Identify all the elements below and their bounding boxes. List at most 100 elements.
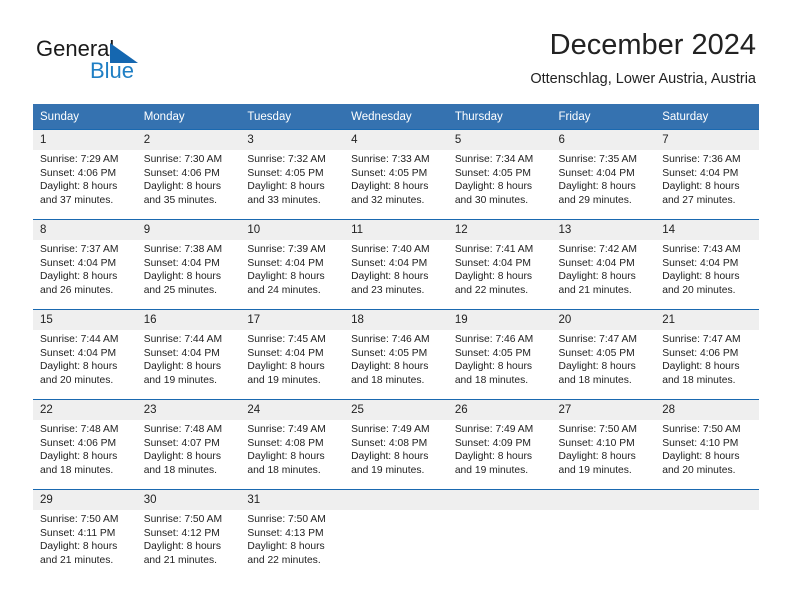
daylight-text-line1: Daylight: 8 hours bbox=[143, 541, 221, 553]
calendar-day-cell[interactable]: 17 Sunrise: 7:45 AM Sunset: 4:04 PM Dayligh… bbox=[240, 309, 345, 399]
sunrise-text: Sunrise: 7:43 AM bbox=[662, 244, 741, 255]
day-number: 12 bbox=[447, 220, 552, 240]
weekday-header-thursday: Thursday bbox=[447, 104, 552, 129]
daylight-text-line2: and 19 minutes. bbox=[351, 464, 425, 476]
general-blue-logo[interactable]: General Blue bbox=[36, 36, 216, 88]
daylight-text-line1: Daylight: 8 hours bbox=[40, 451, 118, 463]
calendar-day-cell[interactable]: 30 Sunrise: 7:50 AM Sunset: 4:12 PM Dayligh… bbox=[136, 489, 241, 579]
sunrise-text: Sunrise: 7:40 AM bbox=[351, 244, 430, 255]
sunrise-text: Sunrise: 7:38 AM bbox=[143, 244, 223, 255]
calendar-day-cell[interactable]: 31 Sunrise: 7:50 AM Sunset: 4:13 PM Dayligh… bbox=[240, 489, 345, 579]
daylight-text-line2: and 21 minutes. bbox=[143, 554, 217, 566]
calendar-day-cell[interactable] bbox=[655, 489, 759, 579]
calendar-day-cell[interactable]: 20 Sunrise: 7:47 AM Sunset: 4:05 PM Dayligh… bbox=[551, 309, 656, 399]
sunrise-text: Sunrise: 7:50 AM bbox=[247, 514, 326, 525]
calendar-day-cell[interactable]: 2 Sunrise: 7:30 AM Sunset: 4:06 PM Daylight… bbox=[136, 129, 241, 219]
calendar-day-cell[interactable] bbox=[344, 489, 448, 579]
calendar-day-cell[interactable]: 24 Sunrise: 7:49 AM Sunset: 4:08 PM Dayligh… bbox=[240, 399, 345, 489]
calendar-day-cell[interactable]: 14 Sunrise: 7:43 AM Sunset: 4:04 PM Dayligh… bbox=[655, 219, 759, 309]
day-cell-content: 7 Sunrise: 7:36 AM Sunset: 4:04 PM Daylight… bbox=[655, 129, 759, 219]
calendar-day-cell[interactable]: 27 Sunrise: 7:50 AM Sunset: 4:10 PM Dayligh… bbox=[551, 399, 656, 489]
day-details: Sunrise: 7:39 AM Sunset: 4:04 PM Daylight:… bbox=[240, 240, 344, 297]
calendar-day-cell[interactable]: 1 Sunrise: 7:29 AM Sunset: 4:06 PM Daylight… bbox=[33, 129, 137, 219]
day-details: Sunrise: 7:44 AM Sunset: 4:04 PM Daylight:… bbox=[33, 330, 137, 387]
daylight-text-line1: Daylight: 8 hours bbox=[454, 271, 533, 283]
day-details: Sunrise: 7:50 AM Sunset: 4:12 PM Daylight:… bbox=[137, 510, 241, 567]
calendar-day-cell[interactable]: 15 Sunrise: 7:44 AM Sunset: 4:04 PM Dayligh… bbox=[33, 309, 137, 399]
daylight-text-line2: and 33 minutes. bbox=[247, 194, 321, 206]
calendar-day-cell[interactable]: 25 Sunrise: 7:49 AM Sunset: 4:08 PM Dayligh… bbox=[344, 399, 448, 489]
daylight-text-line1: Daylight: 8 hours bbox=[662, 361, 740, 373]
day-number bbox=[344, 490, 448, 510]
sunset-text: Sunset: 4:07 PM bbox=[143, 437, 220, 449]
daylight-text-line1: Daylight: 8 hours bbox=[143, 181, 221, 193]
weekday-header-sunday: Sunday bbox=[33, 104, 137, 129]
sunset-text: Sunset: 4:04 PM bbox=[247, 257, 324, 269]
day-details: Sunrise: 7:43 AM Sunset: 4:04 PM Daylight:… bbox=[655, 240, 759, 297]
calendar-day-cell[interactable]: 18 Sunrise: 7:46 AM Sunset: 4:05 PM Dayligh… bbox=[344, 309, 448, 399]
calendar-day-cell[interactable]: 11 Sunrise: 7:40 AM Sunset: 4:04 PM Dayligh… bbox=[344, 219, 448, 309]
calendar-day-cell[interactable] bbox=[551, 489, 656, 579]
calendar-day-cell[interactable]: 28 Sunrise: 7:50 AM Sunset: 4:10 PM Dayligh… bbox=[655, 399, 759, 489]
day-number: 1 bbox=[33, 130, 137, 150]
day-number: 18 bbox=[344, 310, 448, 330]
calendar-day-cell[interactable]: 7 Sunrise: 7:36 AM Sunset: 4:04 PM Daylight… bbox=[655, 129, 759, 219]
calendar-day-cell[interactable]: 16 Sunrise: 7:44 AM Sunset: 4:04 PM Dayligh… bbox=[136, 309, 241, 399]
calendar-day-cell[interactable]: 6 Sunrise: 7:35 AM Sunset: 4:04 PM Daylight… bbox=[551, 129, 656, 219]
day-number: 7 bbox=[655, 130, 759, 150]
day-cell-content: 30 Sunrise: 7:50 AM Sunset: 4:12 PM Dayligh… bbox=[136, 489, 241, 579]
calendar-day-cell[interactable]: 13 Sunrise: 7:42 AM Sunset: 4:04 PM Dayligh… bbox=[551, 219, 656, 309]
calendar-day-cell[interactable]: 5 Sunrise: 7:34 AM Sunset: 4:05 PM Daylight… bbox=[447, 129, 552, 219]
day-details: Sunrise: 7:46 AM Sunset: 4:05 PM Daylight:… bbox=[344, 330, 448, 387]
calendar-day-cell[interactable]: 19 Sunrise: 7:46 AM Sunset: 4:05 PM Dayligh… bbox=[447, 309, 552, 399]
sunset-text: Sunset: 4:05 PM bbox=[351, 347, 428, 359]
day-number: 9 bbox=[136, 220, 241, 240]
calendar-day-cell[interactable]: 10 Sunrise: 7:39 AM Sunset: 4:04 PM Dayligh… bbox=[240, 219, 345, 309]
day-cell-content: 24 Sunrise: 7:49 AM Sunset: 4:08 PM Dayligh… bbox=[240, 399, 345, 489]
calendar-day-cell[interactable]: 23 Sunrise: 7:48 AM Sunset: 4:07 PM Dayligh… bbox=[136, 399, 241, 489]
calendar-day-cell[interactable]: 4 Sunrise: 7:33 AM Sunset: 4:05 PM Daylight… bbox=[344, 129, 448, 219]
day-cell-empty bbox=[447, 489, 552, 579]
page-title: December 2024 bbox=[549, 29, 756, 61]
day-number bbox=[655, 490, 759, 510]
sunrise-text: Sunrise: 7:46 AM bbox=[351, 334, 430, 345]
day-cell-content: 6 Sunrise: 7:35 AM Sunset: 4:04 PM Daylight… bbox=[551, 129, 656, 219]
day-details: Sunrise: 7:30 AM Sunset: 4:06 PM Daylight:… bbox=[137, 150, 241, 207]
calendar-day-cell[interactable]: 26 Sunrise: 7:49 AM Sunset: 4:09 PM Dayligh… bbox=[447, 399, 552, 489]
calendar-day-cell[interactable]: 3 Sunrise: 7:32 AM Sunset: 4:05 PM Daylight… bbox=[240, 129, 345, 219]
day-cell-content: 22 Sunrise: 7:48 AM Sunset: 4:06 PM Dayligh… bbox=[33, 399, 137, 489]
daylight-text-line2: and 26 minutes. bbox=[40, 284, 114, 296]
calendar-day-cell[interactable]: 8 Sunrise: 7:37 AM Sunset: 4:04 PM Daylight… bbox=[33, 219, 137, 309]
daylight-text-line2: and 19 minutes. bbox=[247, 374, 321, 386]
day-number: 24 bbox=[240, 400, 345, 420]
day-cell-content: 1 Sunrise: 7:29 AM Sunset: 4:06 PM Daylight… bbox=[33, 129, 137, 219]
day-cell-content: 8 Sunrise: 7:37 AM Sunset: 4:04 PM Daylight… bbox=[33, 219, 137, 309]
day-details: Sunrise: 7:44 AM Sunset: 4:04 PM Daylight:… bbox=[137, 330, 241, 387]
calendar-page: General Blue December 2024 Ottenschlag, … bbox=[0, 0, 792, 612]
calendar-day-cell[interactable]: 29 Sunrise: 7:50 AM Sunset: 4:11 PM Dayligh… bbox=[33, 489, 137, 579]
day-number: 31 bbox=[240, 490, 345, 510]
sunrise-text: Sunrise: 7:37 AM bbox=[40, 244, 119, 255]
calendar-week-row: 1 Sunrise: 7:29 AM Sunset: 4:06 PM Daylight… bbox=[33, 129, 759, 219]
day-details: Sunrise: 7:50 AM Sunset: 4:10 PM Daylight:… bbox=[655, 420, 759, 477]
calendar-day-cell[interactable]: 9 Sunrise: 7:38 AM Sunset: 4:04 PM Daylight… bbox=[136, 219, 241, 309]
daylight-text-line1: Daylight: 8 hours bbox=[454, 361, 533, 373]
sunrise-text: Sunrise: 7:30 AM bbox=[143, 154, 223, 165]
calendar-day-cell[interactable] bbox=[447, 489, 552, 579]
daylight-text-line1: Daylight: 8 hours bbox=[351, 271, 429, 283]
day-details: Sunrise: 7:49 AM Sunset: 4:08 PM Daylight:… bbox=[344, 420, 448, 477]
day-number: 21 bbox=[655, 310, 759, 330]
sunset-text: Sunset: 4:04 PM bbox=[662, 257, 739, 269]
day-number: 30 bbox=[136, 490, 241, 510]
day-details: Sunrise: 7:37 AM Sunset: 4:04 PM Daylight:… bbox=[33, 240, 137, 297]
daylight-text-line2: and 27 minutes. bbox=[662, 194, 736, 206]
calendar-day-cell[interactable]: 21 Sunrise: 7:47 AM Sunset: 4:06 PM Dayligh… bbox=[655, 309, 759, 399]
daylight-text-line1: Daylight: 8 hours bbox=[40, 181, 118, 193]
day-number: 27 bbox=[551, 400, 656, 420]
calendar-day-cell[interactable]: 12 Sunrise: 7:41 AM Sunset: 4:04 PM Dayligh… bbox=[447, 219, 552, 309]
calendar-day-cell[interactable]: 22 Sunrise: 7:48 AM Sunset: 4:06 PM Dayligh… bbox=[33, 399, 137, 489]
sunset-text: Sunset: 4:08 PM bbox=[351, 437, 428, 449]
daylight-text-line1: Daylight: 8 hours bbox=[143, 361, 221, 373]
sunset-text: Sunset: 4:05 PM bbox=[454, 167, 531, 179]
day-number: 2 bbox=[136, 130, 241, 150]
